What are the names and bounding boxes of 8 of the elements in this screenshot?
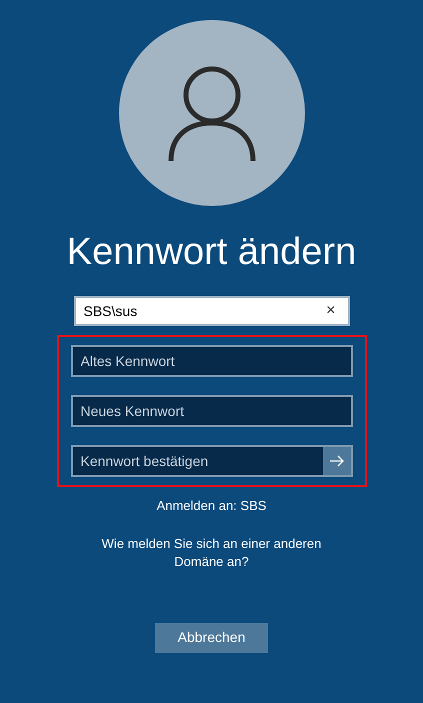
- clear-button[interactable]: ×: [322, 299, 340, 323]
- page-title: Kennwort ändern: [66, 230, 356, 275]
- cancel-button[interactable]: Abbrechen: [155, 622, 268, 652]
- password-field[interactable]: Neues Kennwort: [70, 395, 352, 427]
- other-domain-link[interactable]: Wie melden Sie sich an einer anderen Domäne an?: [96, 534, 326, 570]
- password-field[interactable]: Altes Kennwort: [70, 345, 352, 377]
- username-field[interactable]: SBS\sus ×: [74, 296, 350, 326]
- sign-in-domain-text: Anmelden an: SBS: [156, 497, 266, 515]
